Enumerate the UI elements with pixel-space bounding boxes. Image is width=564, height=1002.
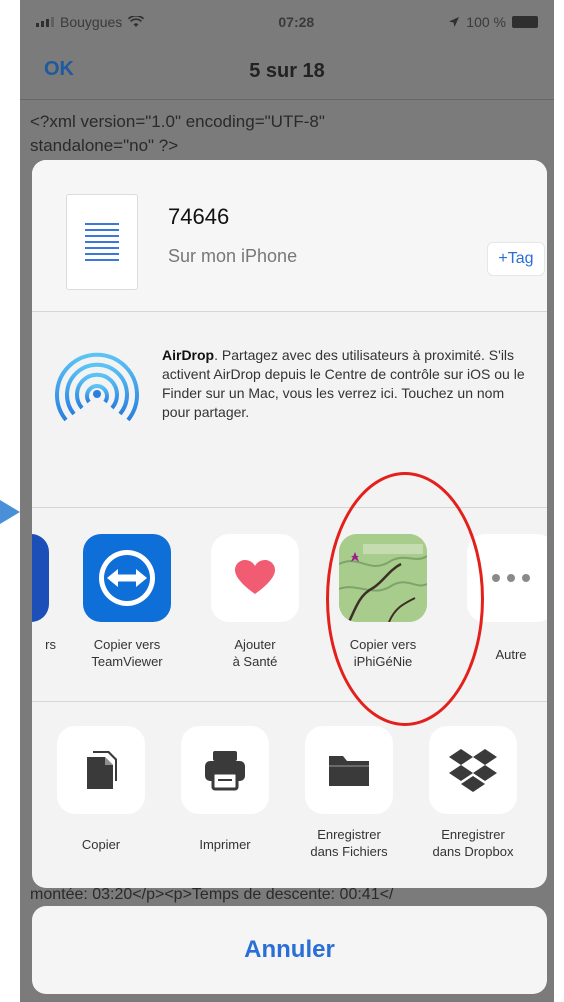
app-label-line2: à Santé: [232, 654, 278, 669]
airdrop-body: . Partagez avec des utilisateurs à proxi…: [162, 347, 525, 420]
action-label-line1: Copier: [81, 837, 121, 852]
location-icon: [449, 17, 460, 27]
app-label-partial: rs: [32, 636, 60, 653]
app-label-line2: TeamViewer: [91, 654, 163, 669]
action-label-line2: dans Dropbox: [432, 844, 514, 859]
app-item-partial[interactable]: rs: [32, 534, 60, 653]
document-line-bottom: montée: 03:20</p><p>Temps de descente: 0…: [30, 886, 394, 903]
app-item-teamviewer[interactable]: Copier vers TeamViewer: [72, 534, 182, 670]
carrier-label: Bouygues: [60, 14, 123, 30]
print-icon: [181, 726, 269, 814]
action-copy[interactable]: Copier: [46, 726, 156, 853]
heart-icon: [211, 534, 299, 622]
pointer-arrow-icon: [0, 500, 20, 524]
document-line: standalone="no" ?>: [30, 136, 179, 155]
signal-icon: [36, 17, 54, 27]
document-line: <?xml version="1.0" encoding="UTF-8": [30, 112, 325, 131]
folder-icon: [305, 726, 393, 814]
highlight-circle: [326, 472, 484, 726]
wifi-icon: [128, 16, 145, 27]
status-right: 100 %: [448, 14, 538, 30]
action-save-dropbox[interactable]: Enregistrer dans Dropbox: [418, 726, 528, 860]
action-label-line1: Imprimer: [199, 837, 251, 852]
share-sheet: 74646 Sur mon iPhone +Tag AirDrop. Parta…: [32, 160, 547, 888]
app-label-partial-text: rs: [45, 637, 56, 652]
battery-icon: [511, 16, 538, 28]
dropbox-icon: [429, 726, 517, 814]
status-time: 07:28: [278, 14, 315, 30]
cancel-button[interactable]: Annuler: [32, 906, 547, 994]
file-name: 74646: [168, 204, 230, 229]
airdrop-section[interactable]: AirDrop. Partagez avec des utilisateurs …: [32, 312, 547, 508]
status-left: Bouygues: [36, 14, 145, 30]
airdrop-title: AirDrop: [162, 347, 215, 363]
share-actions-row: Copier Imprimer Enregistrer dans Fichier…: [32, 702, 547, 888]
status-bar: Bouygues 07:28 100 %: [20, 0, 554, 44]
battery-percent: 100 %: [466, 14, 506, 30]
airdrop-icon: [55, 352, 139, 422]
page-right-margin: [554, 0, 564, 1002]
document-icon: [66, 194, 138, 290]
action-print[interactable]: Imprimer: [170, 726, 280, 853]
app-item-sante[interactable]: Ajouter à Santé: [200, 534, 310, 670]
action-label-line2: dans Fichiers: [310, 844, 388, 859]
teamviewer-icon: [83, 534, 171, 622]
action-label-line1: Enregistrer: [441, 827, 505, 842]
copy-icon: [57, 726, 145, 814]
document-preview: <?xml version="1.0" encoding="UTF-8" sta…: [30, 110, 470, 158]
add-tag-button[interactable]: +Tag: [487, 242, 545, 276]
file-location: Sur mon iPhone: [168, 246, 298, 266]
navigation-bar: OK 5 sur 18: [20, 44, 554, 100]
ok-button[interactable]: OK: [44, 58, 74, 81]
partial-app-icon: [32, 534, 49, 622]
app-label-line1: Ajouter: [234, 637, 276, 652]
action-label-line1: Enregistrer: [317, 827, 381, 842]
airdrop-description: AirDrop. Partagez avec des utilisateurs …: [162, 346, 532, 422]
action-save-files[interactable]: Enregistrer dans Fichiers: [294, 726, 404, 860]
app-label-line1: Copier vers: [93, 637, 161, 652]
phone-screen: Bouygues 07:28 100 % OK 5 sur 18 <?xml v…: [20, 0, 554, 1002]
action-partial[interactable]: [542, 726, 547, 814]
page-title: 5 sur 18: [249, 60, 325, 82]
file-header: 74646 Sur mon iPhone +Tag: [32, 160, 547, 312]
